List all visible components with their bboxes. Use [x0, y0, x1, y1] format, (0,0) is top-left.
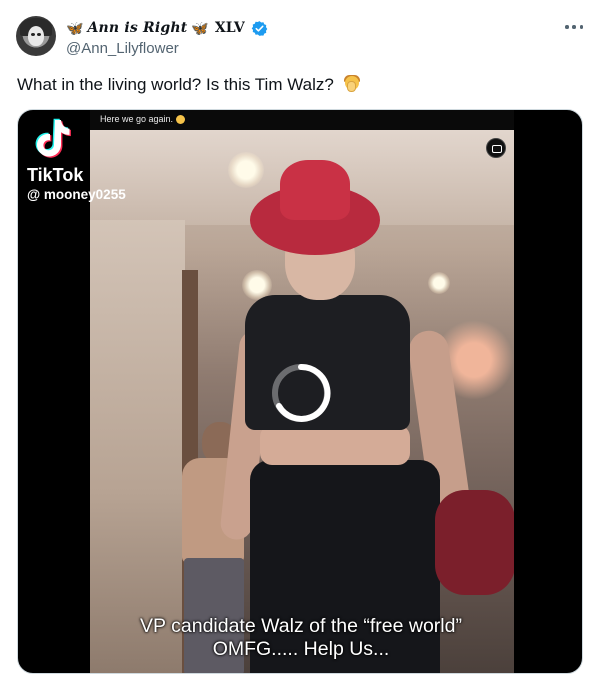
- woman-facepalming-emoji-icon: [343, 75, 361, 93]
- video-top-caption: Here we go again.: [100, 114, 186, 124]
- avatar-eye: [31, 33, 35, 36]
- video-subtitle-line-1: VP candidate Walz of the “free world”: [140, 615, 462, 637]
- smiley-emoji-icon: [176, 114, 186, 124]
- tiktok-logo-icon: [35, 118, 71, 158]
- dragonfly-emoji-icon: 🦋: [191, 19, 209, 36]
- author-name-suffix[interactable]: XLV: [215, 20, 245, 36]
- avatar-eye: [37, 33, 41, 36]
- verified-badge-icon[interactable]: [251, 20, 268, 37]
- tweet-text-content: What in the living world? Is this Tim Wa…: [17, 75, 334, 94]
- tweet-card[interactable]: 🦋 Ann is Right 🦋 XLV @Ann_Lilyflower Wha…: [0, 0, 605, 680]
- more-options-icon[interactable]: [565, 22, 583, 32]
- avatar[interactable]: [16, 16, 56, 56]
- video-top-caption-text: Here we go again.: [100, 114, 174, 124]
- captions-toggle-icon[interactable]: [486, 138, 506, 158]
- author-handle[interactable]: @Ann_Lilyflower: [66, 40, 179, 57]
- avatar-face: [28, 26, 44, 46]
- dragonfly-emoji-icon: 🦋: [66, 19, 84, 36]
- author-display-name[interactable]: Ann is Right: [87, 20, 187, 36]
- author-name-row[interactable]: 🦋 Ann is Right 🦋 XLV: [66, 18, 268, 38]
- video-subtitle-line-2: OMFG..... Help Us...: [212, 638, 390, 660]
- tiktok-watermark-brand: TikTok: [27, 165, 84, 185]
- video-player[interactable]: Here we go again. TikTok @ mooney0255 VP…: [17, 109, 583, 674]
- tiktok-watermark-user: @ mooney0255: [27, 187, 126, 202]
- tweet-text: What in the living world? Is this Tim Wa…: [17, 74, 361, 96]
- loading-spinner-icon: [272, 363, 331, 422]
